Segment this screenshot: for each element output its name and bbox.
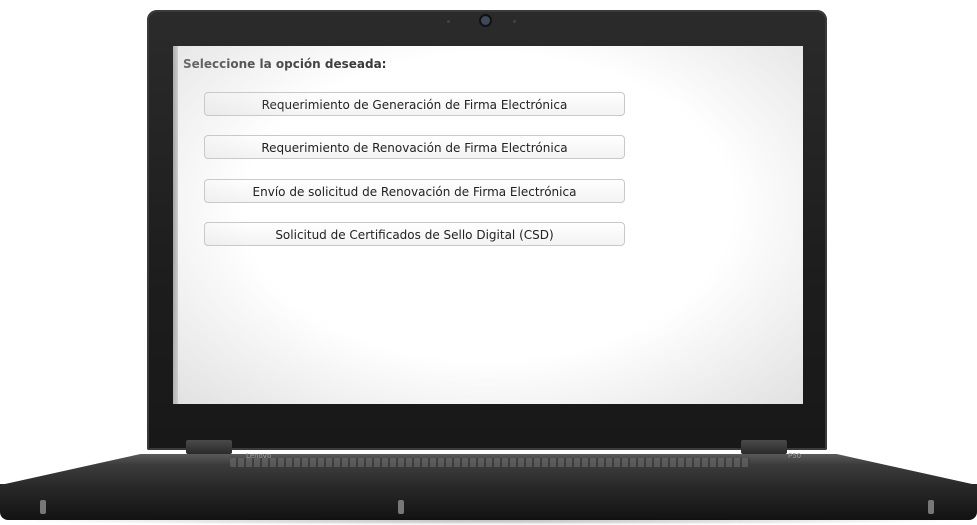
option-button-csd[interactable]: Solicitud de Certificados de Sello Digit… <box>204 222 625 246</box>
brand-logo: Lenovo <box>246 452 272 460</box>
laptop-base-front <box>0 484 977 520</box>
keyboard-strip <box>230 458 750 467</box>
right-hinge <box>741 440 787 454</box>
floor-shadow <box>10 517 967 525</box>
left-foot <box>40 500 46 514</box>
option-button-envio-solicitud[interactable]: Envío de solicitud de Renovación de Firm… <box>204 179 625 203</box>
option-button-generacion[interactable]: Requerimiento de Generación de Firma Ele… <box>204 92 625 116</box>
camera-sensor-dot <box>447 20 450 23</box>
left-hinge <box>186 440 232 454</box>
screen-edge-shade <box>173 46 178 404</box>
page-title: Seleccione la opción deseada: <box>183 57 387 71</box>
option-button-renovacion[interactable]: Requerimiento de Renovación de Firma Ele… <box>204 135 625 159</box>
camera-sensor-dot <box>513 20 516 23</box>
laptop-screen: Seleccione la opción deseada: Requerimie… <box>173 46 803 404</box>
model-label: P50 <box>788 452 802 460</box>
webcam-icon <box>481 16 490 25</box>
center-foot <box>398 500 404 514</box>
right-foot <box>928 500 934 514</box>
